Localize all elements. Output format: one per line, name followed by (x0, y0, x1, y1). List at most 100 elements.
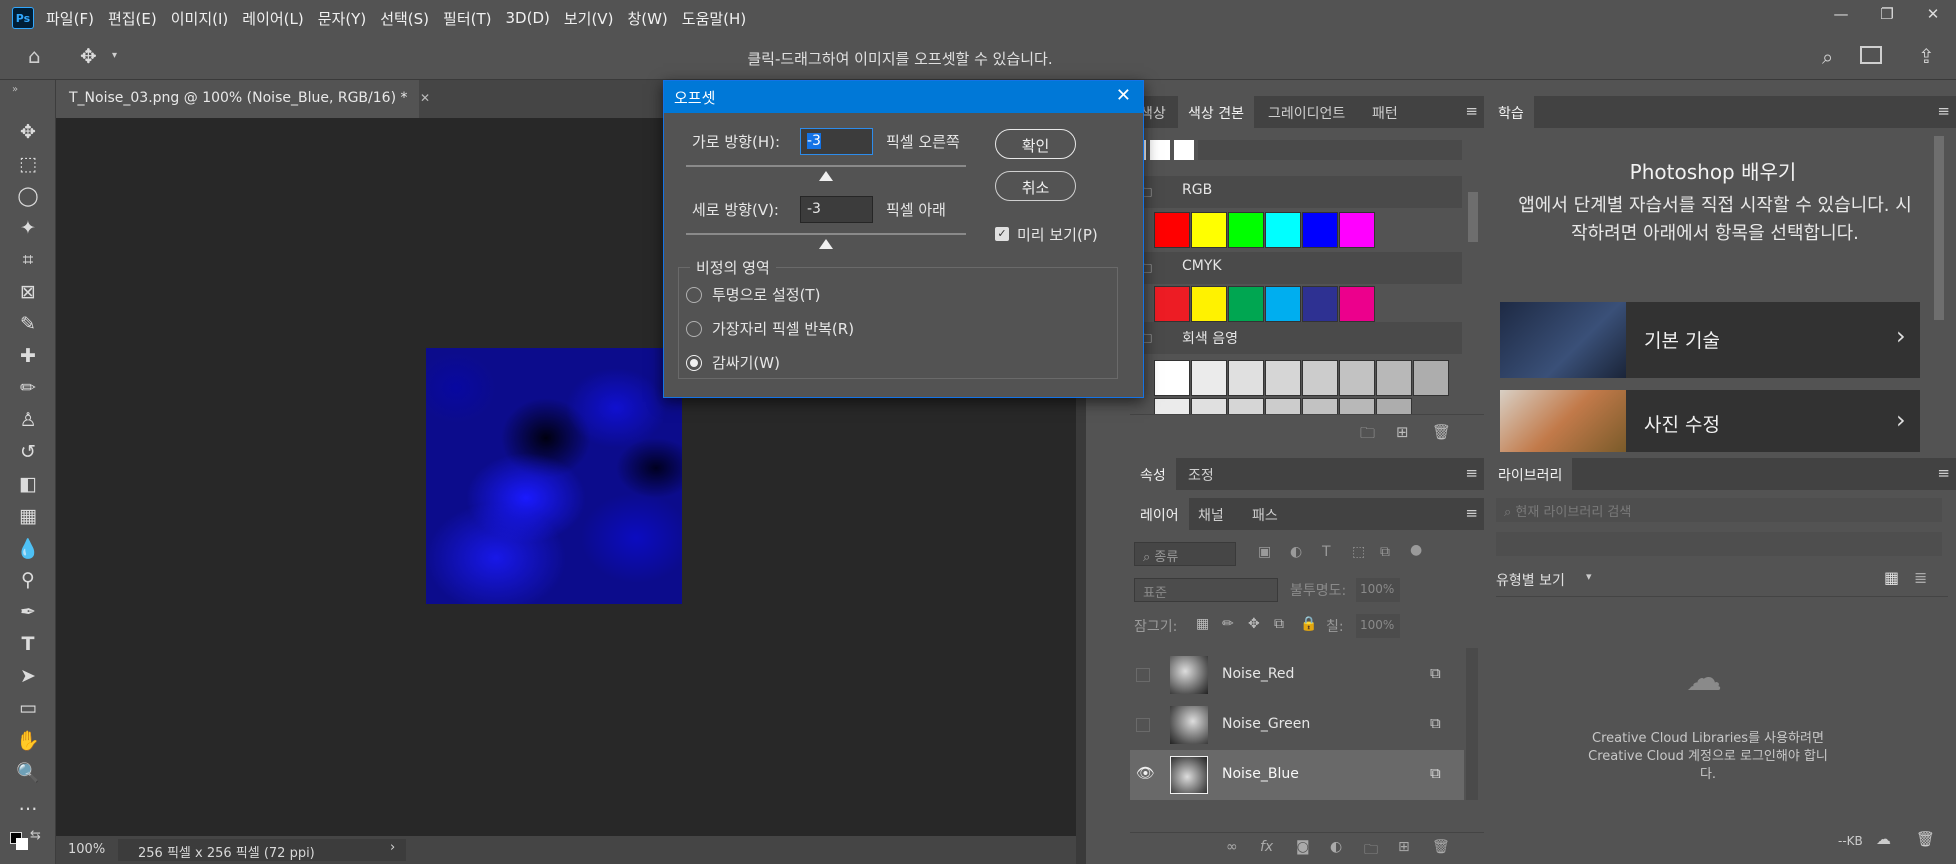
color-swatch[interactable] (1302, 360, 1338, 396)
horizontal-slider[interactable] (686, 165, 966, 167)
move-icon[interactable]: ✥ (14, 118, 42, 146)
layer-row[interactable]: Noise_Red ⧉ (1130, 650, 1464, 700)
layer-row[interactable]: Noise_Green ⧉ (1130, 700, 1464, 750)
radio-transparent-label[interactable]: 투명으로 설정(T) (712, 284, 820, 305)
color-swatch[interactable] (1339, 286, 1375, 322)
link-icon[interactable]: ∞ (1226, 839, 1238, 855)
grid-view-icon[interactable]: ▦ (1884, 568, 1899, 587)
menu-window[interactable]: 창(W) (627, 8, 667, 29)
menu-select[interactable]: 선택(S) (380, 8, 429, 29)
lock-position-icon[interactable]: ✥ (1248, 616, 1260, 632)
adjustment-layer-icon[interactable]: ◐ (1330, 839, 1342, 855)
color-swatch[interactable] (1154, 360, 1190, 396)
color-swatch[interactable] (1413, 360, 1449, 396)
new-layer-icon[interactable]: ⊞ (1398, 839, 1410, 855)
swap-colors-icon[interactable]: ⇆ (30, 828, 41, 843)
hand-icon[interactable]: ✋ (14, 726, 42, 754)
shape-filter-icon[interactable]: ⬚ (1352, 544, 1365, 560)
smart-object-filter-icon[interactable]: ⧉ (1380, 544, 1390, 560)
horizontal-slider-thumb[interactable] (819, 171, 833, 181)
trash-icon[interactable]: 🗑 (1916, 830, 1935, 848)
color-swatch[interactable] (1154, 286, 1190, 322)
tab-libraries[interactable]: 라이브러리 (1488, 458, 1573, 490)
blur-icon[interactable]: 💧 (14, 534, 42, 562)
library-select[interactable] (1496, 532, 1942, 556)
share-icon[interactable]: ⇪ (1918, 44, 1935, 68)
close-tab-icon[interactable]: ✕ (420, 91, 430, 105)
expand-icon[interactable]: » (12, 84, 18, 95)
filter-toggle-icon[interactable]: ● (1410, 542, 1422, 558)
color-swatch[interactable] (1228, 286, 1264, 322)
tab-channels[interactable]: 채널 (1188, 498, 1234, 530)
color-swatch[interactable] (1339, 212, 1375, 248)
fx-icon[interactable]: fx (1260, 839, 1273, 855)
scrollbar-thumb[interactable] (1468, 192, 1478, 242)
menu-view[interactable]: 보기(V) (564, 8, 614, 29)
new-swatch-icon[interactable]: ⊞ (1396, 423, 1409, 441)
tab-gradient[interactable]: 그레이디언트 (1258, 96, 1355, 128)
background-color[interactable] (16, 838, 28, 850)
tab-adjustments[interactable]: 조정 (1178, 458, 1224, 490)
list-view-icon[interactable]: ≣ (1914, 568, 1927, 587)
minimize-icon[interactable]: — (1818, 0, 1864, 28)
zoom-icon[interactable]: 🔍 (14, 758, 42, 786)
learn-card-photo[interactable]: 사진 수정 › (1500, 390, 1920, 452)
menu-3d[interactable]: 3D(D) (506, 9, 550, 27)
type-icon[interactable]: T (14, 630, 42, 658)
new-group-icon[interactable]: 🗀 (1364, 839, 1378, 863)
tab-paths[interactable]: 패스 (1242, 498, 1288, 530)
stamp-icon[interactable]: ♙ (14, 406, 42, 434)
ok-button[interactable]: 확인 (995, 129, 1076, 159)
color-swatch[interactable] (1376, 360, 1412, 396)
layer-row-selected[interactable]: 👁 Noise_Blue ⧉ (1130, 750, 1464, 800)
lock-pixels-icon[interactable]: ✏ (1222, 616, 1234, 632)
eyedropper-icon[interactable]: ✎ (14, 310, 42, 338)
library-search-input[interactable]: ⌕ 현재 라이브러리 검색 (1496, 498, 1942, 522)
color-swatch[interactable] (1228, 212, 1264, 248)
type-filter-icon[interactable]: T (1322, 544, 1331, 560)
menu-file[interactable]: 파일(F) (46, 8, 94, 29)
frame-icon[interactable]: ⊠ (14, 278, 42, 306)
color-swatch[interactable] (1302, 212, 1338, 248)
recent-swatch[interactable] (1174, 140, 1194, 160)
cloud-sync-icon[interactable]: ☁ (1876, 830, 1891, 848)
color-swatch[interactable] (1302, 286, 1338, 322)
dodge-icon[interactable]: ⚲ (14, 566, 42, 594)
chevron-right-icon[interactable]: › (390, 840, 395, 855)
menu-help[interactable]: 도움말(H) (682, 8, 746, 29)
menu-image[interactable]: 이미지(I) (171, 8, 229, 29)
lock-all-icon[interactable]: 🔒 (1300, 616, 1317, 632)
color-swatch[interactable] (1228, 360, 1264, 396)
path-select-icon[interactable]: ➤ (14, 662, 42, 690)
pixel-filter-icon[interactable]: ▣ (1258, 544, 1271, 560)
magic-wand-icon[interactable]: ✦ (14, 214, 42, 242)
cancel-button[interactable]: 취소 (995, 171, 1076, 201)
panel-menu-icon[interactable]: ≡ (1937, 464, 1950, 482)
view-by-type[interactable]: 유형별 보기 (1496, 570, 1565, 590)
panel-menu-icon[interactable]: ≡ (1465, 464, 1478, 482)
panel-menu-icon[interactable]: ≡ (1465, 102, 1478, 120)
vertical-input[interactable]: -3 (800, 196, 873, 223)
scrollbar-thumb[interactable] (1934, 136, 1944, 320)
color-swatch[interactable] (1154, 212, 1190, 248)
learn-card-basic[interactable]: 기본 기술 › (1500, 302, 1920, 378)
pen-icon[interactable]: ✒ (14, 598, 42, 626)
color-swatch[interactable] (1265, 212, 1301, 248)
tab-swatches[interactable]: 색상 견본 (1178, 96, 1254, 128)
lock-transparency-icon[interactable]: ▦ (1196, 616, 1209, 632)
panel-menu-icon[interactable]: ≡ (1937, 102, 1950, 120)
menu-layer[interactable]: 레이어(L) (242, 8, 303, 29)
color-swatch[interactable] (1191, 212, 1227, 248)
rectangle-icon[interactable]: ▭ (14, 694, 42, 722)
zoom-level[interactable]: 100% (68, 842, 105, 857)
recent-swatch[interactable] (1150, 140, 1170, 160)
lasso-icon[interactable]: ◯ (14, 182, 42, 210)
menu-filter[interactable]: 필터(T) (443, 8, 491, 29)
swatch-group-gray[interactable]: 🗀 회색 음영 (1130, 322, 1462, 354)
radio-transparent[interactable] (686, 287, 702, 303)
lock-artboard-icon[interactable]: ⧉ (1274, 616, 1284, 632)
opacity-input[interactable]: 100% (1356, 578, 1400, 602)
layers-scrollbar[interactable] (1466, 648, 1478, 800)
tab-layers[interactable]: 레이어 (1130, 498, 1189, 530)
marquee-icon[interactable]: ⬚ (14, 150, 42, 178)
